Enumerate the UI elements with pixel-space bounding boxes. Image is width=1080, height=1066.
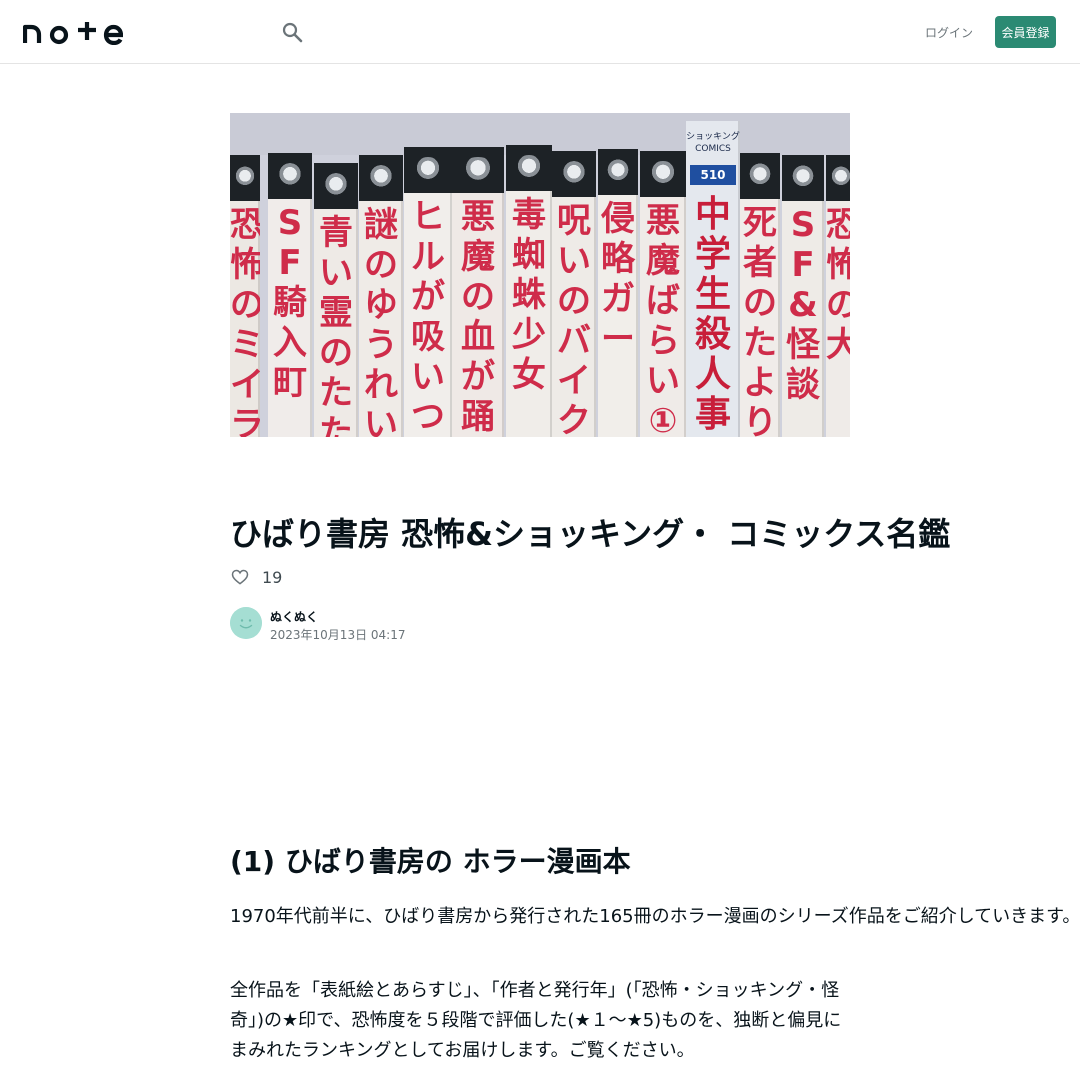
spine-title: SF&怪談	[786, 205, 820, 405]
spine-emblem	[640, 151, 686, 197]
site-header: note ログイン 会員登録	[0, 0, 1080, 64]
book-spine: 謎のゆうれい船	[359, 155, 403, 437]
spine-title: 謎のゆうれい船	[364, 205, 398, 437]
spine-title: 悪魔の血が踊る	[461, 197, 495, 437]
spine-title: 恐怖の大	[826, 205, 850, 365]
spine-emblem	[740, 153, 780, 199]
book-spine: ショッキング COMICS 510 中学生殺人事	[686, 121, 740, 437]
comics-number: 510	[690, 165, 736, 185]
spine-emblem	[404, 147, 452, 193]
spine-title: SF騎入町	[273, 203, 307, 403]
book-spine: 悪魔の血が踊る	[452, 147, 504, 437]
spine-title: 恐怖のミイラ	[230, 205, 260, 437]
spine-emblem	[552, 151, 596, 197]
book-spine: 呪いのバイク	[552, 151, 596, 437]
spine-title: 呪いのバイク	[557, 201, 591, 437]
book-spine: 毒蜘蛛少女	[506, 145, 552, 437]
article-title: ひばり書房 恐怖&ショッキング・ コミックス名鑑	[230, 515, 951, 553]
spine-title: 中学生殺人事	[694, 194, 731, 435]
note-logo[interactable]: note	[23, 19, 123, 45]
book-spine: 青い霊のたたり	[314, 163, 358, 437]
spine-emblem	[782, 155, 824, 201]
like-count: 19	[262, 567, 283, 587]
section-heading: (1) ひばり書房の ホラー漫画本	[230, 845, 631, 878]
author-avatar[interactable]	[230, 607, 262, 639]
hero-image: 恐怖のミイラ SF騎入町青い霊のたたり謎のゆうれい船ヒルが吸いつく悪魔の血が踊る毒…	[230, 113, 850, 437]
book-spine: 悪魔ばらい①	[640, 151, 686, 437]
comics-label: ショッキング COMICS	[686, 132, 740, 154]
spine-title: 侵略ガー	[601, 199, 635, 359]
spine-emblem	[452, 147, 504, 193]
spine-emblem	[826, 155, 850, 201]
book-spine: SF騎入町	[268, 153, 312, 437]
paragraph-intro: 1970年代前半に、ひばり書房から発行された165冊のホラー漫画のシリーズ作品を…	[230, 906, 1080, 927]
spine-title: 悪魔ばらい①	[646, 201, 680, 437]
spine-title: 死者のたより	[743, 203, 777, 437]
spine-emblem	[359, 155, 403, 201]
search-icon[interactable]	[280, 20, 304, 44]
book-spine: SF&怪談	[782, 155, 824, 437]
like-row: 19	[230, 566, 282, 588]
spine-title: 毒蜘蛛少女	[512, 195, 546, 395]
publish-date: 2023年10月13日 04:17	[270, 628, 406, 642]
book-spine: ヒルが吸いつく	[404, 147, 452, 437]
author-name[interactable]: ぬくぬく	[270, 608, 318, 625]
book-spine: 死者のたより	[740, 153, 780, 437]
spine-emblem	[230, 155, 260, 201]
signup-button[interactable]: 会員登録	[995, 16, 1056, 48]
paragraph-description: 全作品を「表紙絵とあらすじ」、「作者と発行年」(「恐怖・ショッキング・怪奇」)の…	[230, 980, 842, 1061]
spine-emblem	[314, 163, 358, 209]
spine-emblem	[506, 145, 552, 191]
spine-title: 青い霊のたたり	[319, 213, 353, 437]
book-spine: 恐怖の大	[826, 155, 850, 437]
spine-emblem	[268, 153, 312, 199]
spine-title: ヒルが吸いつく	[411, 197, 445, 437]
book-spine: 恐怖のミイラ	[230, 155, 260, 437]
heart-icon[interactable]	[230, 567, 250, 587]
spine-emblem	[598, 149, 638, 195]
login-link[interactable]: ログイン	[920, 16, 978, 48]
book-spine: 侵略ガー	[598, 149, 638, 437]
